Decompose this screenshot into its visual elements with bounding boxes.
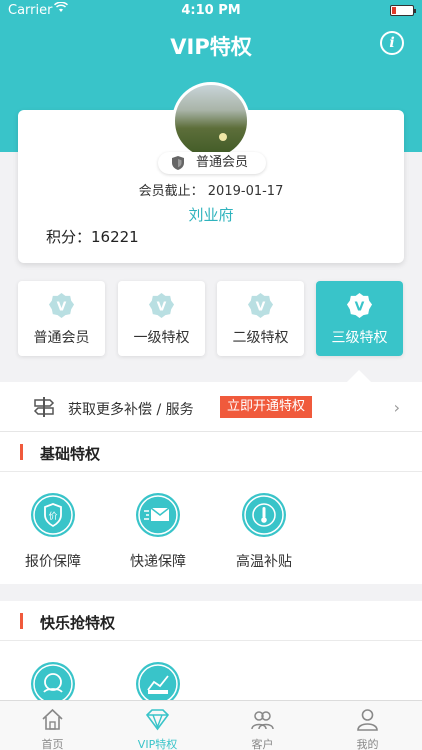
user-name: 刘业府: [188, 206, 234, 224]
page-title: VIP特权: [170, 35, 252, 59]
tab-mine[interactable]: 我的: [315, 701, 420, 750]
section-title: 快乐抢特权: [40, 614, 116, 632]
feature-happy[interactable]: [13, 662, 93, 700]
tier-label: 普通会员: [33, 330, 90, 346]
promo-row[interactable]: 获取更多补偿 / 服务 立即开通特权 ›: [0, 382, 422, 432]
v-badge-icon: V: [48, 292, 75, 319]
tab-vip[interactable]: VIP特权: [105, 701, 210, 750]
tier-level-2[interactable]: V 二级特权: [217, 281, 304, 356]
section-header: 基础特权: [0, 432, 422, 472]
section-accent-bar: [20, 613, 23, 629]
svg-text:V: V: [157, 298, 167, 313]
tier-pointer: [347, 370, 371, 382]
home-icon: [42, 708, 63, 730]
tab-customers[interactable]: 客户: [210, 701, 315, 750]
svg-text:价: 价: [48, 511, 57, 522]
profile-icon: [357, 709, 378, 731]
avatar[interactable]: [172, 82, 250, 160]
feature-express-guarantee[interactable]: 快递保障: [118, 493, 198, 573]
section-accent-bar: [20, 444, 23, 460]
tier-selector: V 普通会员 V 一级特权 V 二级特权 V 三级特权: [18, 281, 404, 356]
feature-heat-subsidy[interactable]: 高温补贴: [224, 493, 304, 573]
heat-subsidy-icon: [242, 493, 286, 537]
customers-icon: [251, 711, 274, 730]
tab-home[interactable]: 首页: [0, 701, 105, 750]
member-badge-label: 普通会员: [196, 155, 249, 170]
happy-face-icon: [31, 662, 75, 700]
info-icon[interactable]: i: [380, 31, 404, 55]
tier-level-3[interactable]: V 三级特权: [316, 281, 403, 356]
chevron-right-icon: ›: [393, 398, 400, 417]
v-badge-icon: V: [148, 292, 175, 319]
tier-level-1[interactable]: V 一级特权: [118, 281, 205, 356]
feature-label: 高温补贴: [236, 554, 292, 570]
tab-label: 首页: [41, 738, 64, 750]
feature-label: 快递保障: [130, 554, 186, 570]
feature-price-guarantee[interactable]: 价 报价保障: [13, 493, 93, 573]
feature-chart[interactable]: [118, 662, 198, 700]
tab-label: 客户: [251, 738, 274, 750]
happy-privileges-section: 快乐抢特权: [0, 601, 422, 700]
tab-bar: 首页 VIP特权 客户 我的: [0, 700, 422, 750]
tab-label: 我的: [356, 738, 379, 750]
express-guarantee-icon: [136, 493, 180, 537]
v-badge-icon: V: [247, 292, 274, 319]
points-value: 积分：16221: [46, 228, 139, 246]
v-badge-icon: V: [346, 292, 373, 319]
promo-text: 获取更多补偿 / 服务: [68, 402, 194, 418]
member-badge: 普通会员: [158, 152, 266, 174]
price-guarantee-icon: 价: [31, 493, 75, 537]
chart-icon: [136, 662, 180, 700]
tier-label: 二级特权: [232, 330, 289, 346]
svg-text:V: V: [256, 298, 266, 313]
tier-regular[interactable]: V 普通会员: [18, 281, 105, 356]
shield-icon: [172, 156, 184, 170]
clock: 4:10 PM: [181, 3, 241, 18]
expire-date: 会员截止： 2019-01-17: [138, 184, 284, 199]
svg-text:V: V: [355, 298, 365, 313]
vip-diamond-icon: [145, 709, 170, 731]
nav-bar: VIP特权 i: [0, 22, 422, 66]
svg-text:V: V: [57, 298, 67, 313]
status-bar: Carrier 4:10 PM: [0, 0, 422, 22]
open-privilege-button[interactable]: 立即开通特权: [220, 396, 313, 418]
section-title: 基础特权: [40, 445, 101, 463]
tier-label: 三级特权: [331, 330, 388, 346]
tab-label: VIP特权: [137, 738, 178, 750]
tier-label: 一级特权: [133, 330, 190, 346]
feature-label: 报价保障: [25, 554, 81, 570]
battery-icon: [390, 5, 416, 16]
section-header: 快乐抢特权: [0, 601, 422, 641]
signpost-icon: [33, 397, 55, 417]
basic-privileges-section: 基础特权 价 报价保障 快递保障 高温补贴: [0, 432, 422, 584]
